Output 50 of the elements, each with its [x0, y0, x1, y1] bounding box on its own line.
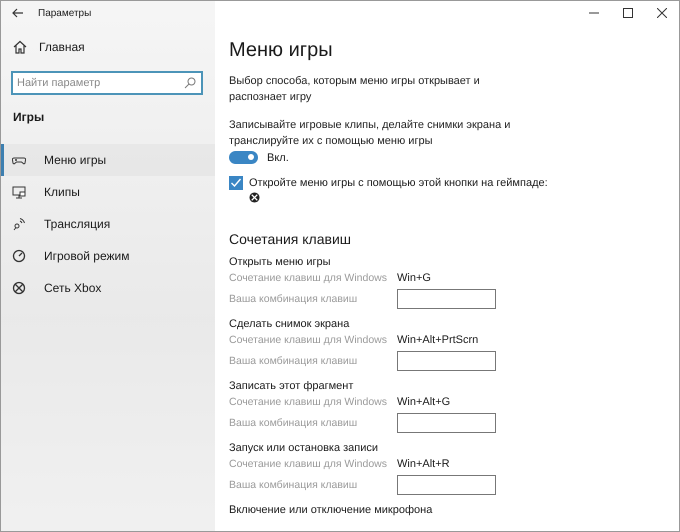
check-icon [230, 177, 242, 189]
shortcut-label: Сочетание клавиш для Windows [229, 458, 388, 470]
shortcut-title: Сделать снимок экрана [229, 317, 350, 332]
shortcut-title: Открыть меню игры [229, 255, 332, 270]
home-icon [13, 40, 27, 54]
section-title: Игры [12, 110, 46, 124]
input-field[interactable] [397, 351, 496, 371]
maximize-icon [623, 8, 633, 18]
xbox-icon [12, 281, 26, 295]
custom-shortcut-label: Ваша комбинация клавиш [229, 417, 358, 429]
search-field[interactable]: Найти параметр [11, 71, 203, 95]
xbox-button-icon [249, 192, 260, 203]
search-icon [184, 77, 196, 89]
section-heading: Сочетания клавиш [229, 230, 352, 248]
shortcut-label: Сочетание клавиш для Windows [229, 272, 388, 284]
shortcut-keys: Win+Alt+G [397, 396, 450, 408]
toggle-label: Вкл. [267, 152, 289, 164]
shortcut-title: Запуск или остановка записи [229, 441, 380, 456]
custom-shortcut-label: Ваша комбинация клавиш [229, 355, 358, 367]
back-arrow-icon [12, 8, 24, 18]
checkbox-label: Откройте меню игры с помощью этой кнопки на геймпаде: [249, 176, 548, 190]
broadcast-icon [12, 217, 26, 231]
toggle-switch[interactable] [229, 151, 258, 164]
window-title: Параметры [38, 8, 92, 18]
capture-description: Записывайте игровые клипы, делайте снимки экрана и транслируйте их с помощью меню игры [229, 118, 512, 149]
nav-item[interactable]: Игровой режим [1, 240, 215, 272]
shortcut-label: Сочетание клавиш для Windows [229, 334, 388, 346]
custom-shortcut-label: Ваша комбинация клавиш [229, 293, 358, 305]
custom-shortcut-label: Ваша комбинация клавиш [229, 479, 358, 491]
shortcut-title: Записать этот фрагмент [229, 379, 354, 394]
nav-item[interactable]: Клипы [1, 176, 215, 208]
gauge-icon [12, 249, 26, 263]
shortcut-label: Сочетание клавиш для Windows [229, 396, 388, 408]
back-button[interactable] [10, 6, 26, 20]
input-field[interactable] [397, 289, 496, 309]
monitor-icon [12, 185, 26, 199]
shortcut-title: Включение или отключение микрофона [229, 503, 434, 518]
home-link[interactable]: Главная [1, 37, 215, 57]
description-text: Выбор способа, которым меню игры открывает и распознает игру [229, 74, 481, 105]
nav-item[interactable]: Сеть Xbox [1, 272, 215, 304]
page-title: Меню игры [229, 38, 334, 62]
checkbox[interactable] [229, 176, 243, 190]
input-field[interactable] [397, 475, 496, 495]
shortcut-keys: Win+G [397, 272, 431, 284]
shortcut-keys: Win+Alt+PrtScrn [397, 334, 478, 346]
input-field[interactable] [397, 413, 496, 433]
nav-item[interactable]: Трансляция [1, 208, 215, 240]
shortcut-keys: Win+Alt+R [397, 458, 450, 470]
nav-item[interactable]: Меню игры [1, 144, 215, 176]
close-icon [657, 8, 667, 18]
